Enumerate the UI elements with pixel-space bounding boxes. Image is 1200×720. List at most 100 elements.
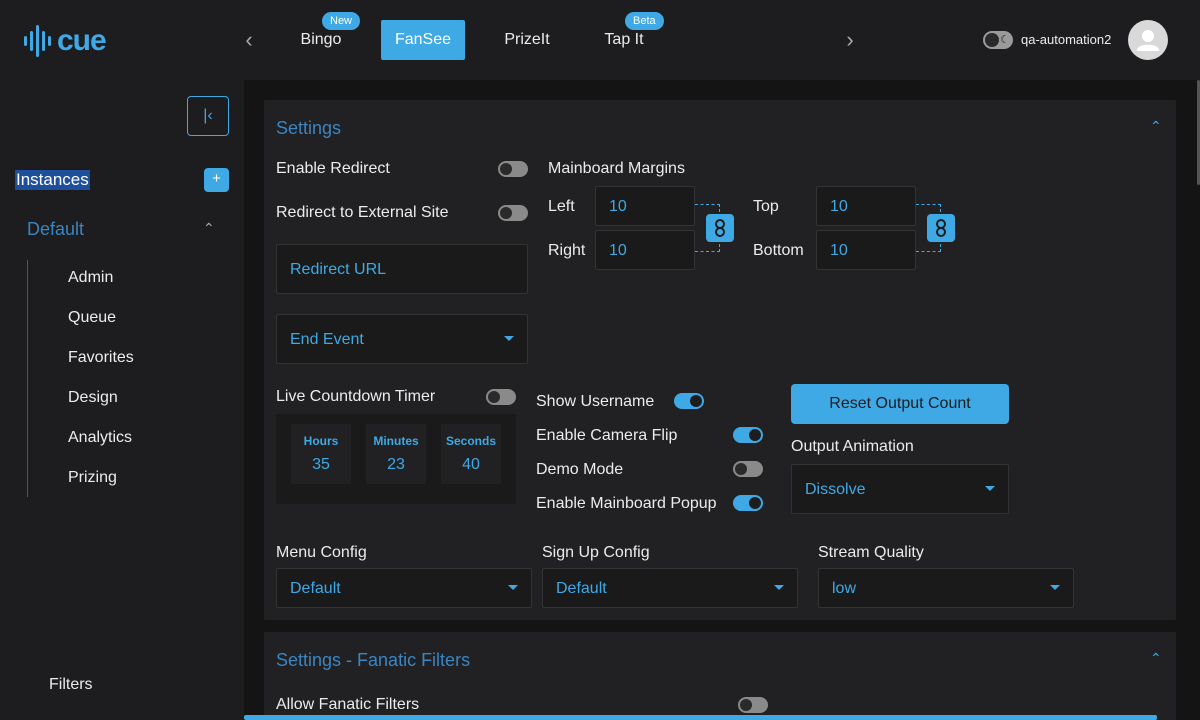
margin-bottom-input[interactable]: 10 [816, 230, 916, 270]
sidebar-item-filters[interactable]: Filters [49, 676, 93, 694]
moon-icon: ☾ [1000, 34, 1010, 46]
allow-fanatic-label: Allow Fanatic Filters [276, 696, 420, 713]
margin-left-label: Left [548, 198, 575, 215]
demo-mode-toggle[interactable] [733, 461, 763, 477]
countdown-timer: Hours 35 Minutes 23 Seconds 40 [276, 414, 516, 504]
signup-config-select[interactable]: Default [542, 568, 798, 608]
toggle-knob [985, 33, 999, 47]
demo-mode-label: Demo Mode [536, 461, 624, 478]
sidebar-item-design[interactable]: Design [68, 389, 118, 407]
horizontal-scrollbar[interactable] [244, 715, 1157, 720]
link-horizontal-margins-button[interactable] [706, 214, 734, 242]
select-value: Dissolve [805, 481, 866, 498]
cue-logo[interactable]: cue [24, 24, 107, 58]
minutes-column[interactable]: Minutes 23 [366, 424, 426, 484]
chevron-left-icon[interactable]: ‹ [237, 28, 261, 52]
tree-line [27, 260, 28, 497]
soundwave-icon [24, 25, 51, 57]
allow-fanatic-toggle[interactable] [738, 697, 768, 713]
margin-bottom-label: Bottom [753, 242, 804, 259]
logo-text: cue [57, 24, 107, 57]
dropdown-caret-icon [508, 585, 518, 590]
dropdown-caret-icon [504, 336, 514, 341]
add-instance-button[interactable]: + [204, 168, 229, 192]
collapse-icon: |‹ [203, 107, 213, 124]
tab-label: PrizeIt [504, 31, 550, 48]
minutes-label: Minutes [373, 434, 419, 448]
output-animation-label: Output Animation [791, 438, 914, 455]
select-value: low [832, 580, 857, 597]
tab-prizeit[interactable]: PrizeIt [493, 20, 561, 60]
collapse-sidebar-button[interactable]: |‹ [187, 96, 229, 136]
tab-tap-it[interactable]: Tap It Beta [594, 12, 664, 60]
countdown-label: Live Countdown Timer [276, 388, 436, 405]
margin-top-label: Top [753, 198, 779, 215]
instances-label: Instances [15, 170, 90, 190]
theme-toggle[interactable]: ☾ [983, 31, 1013, 49]
link-vertical-margins-button[interactable] [927, 214, 955, 242]
sidebar-item-admin[interactable]: Admin [68, 269, 113, 287]
chevron-up-icon[interactable]: ⌃ [1150, 118, 1162, 135]
select-value: Default [556, 580, 607, 597]
avatar[interactable] [1128, 20, 1168, 60]
minutes-value: 23 [387, 456, 405, 473]
enable-redirect-label: Enable Redirect [276, 160, 390, 177]
countdown-toggle[interactable] [486, 389, 516, 405]
reset-output-count-button[interactable]: Reset Output Count [791, 384, 1009, 424]
panel-title: Settings - Fanatic Filters [276, 650, 471, 670]
tab-label: Tap It [604, 31, 644, 48]
redirect-external-label: Redirect to External Site [276, 204, 449, 221]
seconds-column[interactable]: Seconds 40 [441, 424, 501, 484]
link-icon [936, 219, 946, 237]
dropdown-caret-icon [774, 585, 784, 590]
select-value: Default [290, 580, 341, 597]
camera-flip-toggle[interactable] [733, 427, 763, 443]
margin-top-input[interactable]: 10 [816, 186, 916, 226]
tab-label: Bingo [300, 31, 342, 48]
chevron-up-icon[interactable]: ⌃ [203, 220, 215, 237]
stream-quality-select[interactable]: low [818, 568, 1074, 608]
tab-fansee[interactable]: FanSee [381, 20, 465, 60]
mainboard-popup-toggle[interactable] [733, 495, 763, 511]
dropdown-caret-icon [1050, 585, 1060, 590]
sidebar-item-prizing[interactable]: Prizing [68, 469, 117, 487]
enable-redirect-toggle[interactable] [498, 161, 528, 177]
sidebar-item-analytics[interactable]: Analytics [68, 429, 132, 447]
show-username-label: Show Username [536, 393, 655, 410]
margin-right-label: Right [548, 242, 586, 259]
mainboard-popup-label: Enable Mainboard Popup [536, 495, 717, 512]
menu-config-label: Menu Config [276, 544, 367, 561]
chevron-up-icon[interactable]: ⌃ [1150, 650, 1162, 667]
username: qa-automation2 [1021, 32, 1112, 47]
link-icon [715, 219, 725, 237]
seconds-label: Seconds [445, 434, 496, 448]
select-value: End Event [290, 331, 364, 348]
instance-default[interactable]: Default [27, 219, 84, 240]
new-badge: New [322, 12, 361, 30]
tab-label: FanSee [394, 31, 452, 48]
seconds-value: 40 [462, 456, 480, 473]
margin-right-input[interactable]: 10 [595, 230, 695, 270]
hours-column[interactable]: Hours 35 [291, 424, 351, 484]
settings-panel: Settings ⌃ Enable Redirect Redirect to E… [264, 100, 1176, 620]
sidebar-item-queue[interactable]: Queue [68, 309, 116, 327]
redirect-url-field[interactable]: Redirect URL [276, 244, 528, 294]
signup-config-label: Sign Up Config [542, 544, 650, 561]
redirect-external-toggle[interactable] [498, 205, 528, 221]
sidebar-item-favorites[interactable]: Favorites [68, 349, 134, 367]
sidebar: |‹ Instances + Default ⌃ Admin Queue Fav… [0, 80, 244, 720]
redirect-url-placeholder: Redirect URL [290, 261, 387, 278]
panel-title: Settings [276, 118, 342, 138]
output-animation-select[interactable]: Dissolve [791, 464, 1009, 514]
user-icon [1137, 30, 1159, 51]
hours-label: Hours [303, 434, 339, 448]
mainboard-margins-title: Mainboard Margins [548, 160, 685, 177]
tab-bingo[interactable]: Bingo New [290, 12, 361, 60]
chevron-right-icon[interactable]: › [838, 28, 862, 52]
dropdown-caret-icon [985, 486, 995, 491]
show-username-toggle[interactable] [674, 393, 704, 409]
menu-config-select[interactable]: Default [276, 568, 532, 608]
end-event-select[interactable]: End Event [276, 314, 528, 364]
margin-left-input[interactable]: 10 [595, 186, 695, 226]
main-content: Settings ⌃ Enable Redirect Redirect to E… [244, 80, 1200, 720]
